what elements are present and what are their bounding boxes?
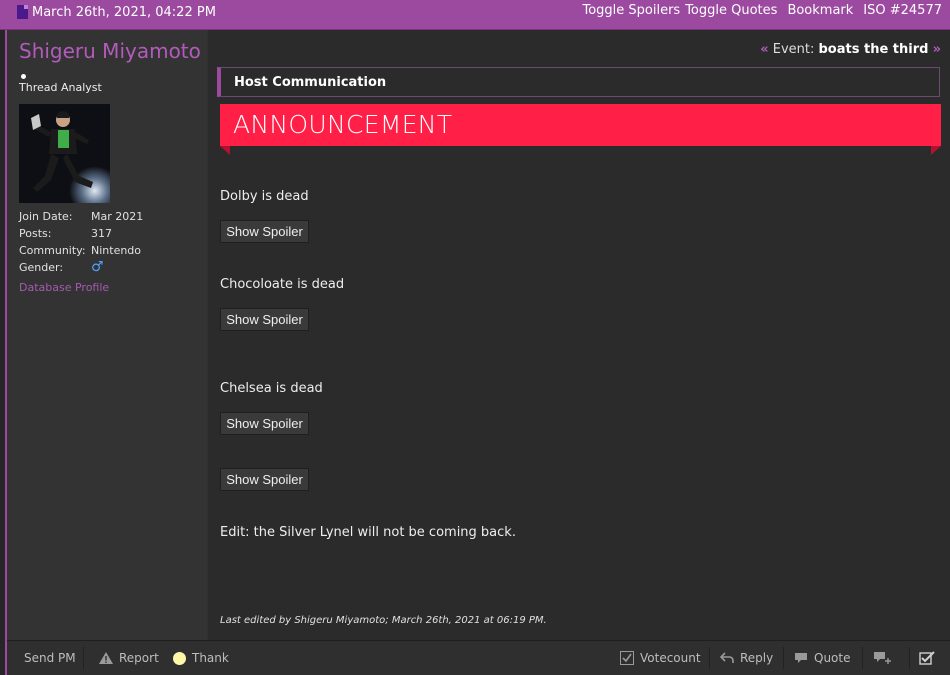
reply-button[interactable]: Reply	[720, 651, 773, 665]
join-date-row: Join Date: Mar 2021	[19, 210, 143, 227]
send-pm-button[interactable]: Send PM	[24, 651, 76, 665]
post-line: Chocoloate is dead	[220, 277, 345, 292]
thank-icon	[173, 651, 186, 665]
posts-row: Posts: 317	[19, 227, 143, 244]
gender-row: Gender: ♂	[19, 259, 143, 278]
select-post-button[interactable]	[919, 651, 935, 665]
warning-icon	[99, 652, 113, 664]
thank-button[interactable]: Thank	[173, 651, 229, 665]
post-content: « Event: boats the third » Host Communic…	[208, 30, 950, 640]
send-pm-label: Send PM	[24, 651, 76, 665]
banner-fold-right	[931, 146, 941, 155]
chevron-right-icon[interactable]: »	[933, 42, 941, 57]
host-communication-label: Host Communication	[234, 75, 387, 90]
online-status-icon	[21, 74, 26, 79]
post-date: March 26th, 2021, 04:22 PM	[32, 5, 216, 20]
gender-label: Gender:	[19, 261, 64, 274]
banner-fold-left	[220, 146, 230, 155]
document-icon	[17, 5, 28, 19]
quote-icon	[795, 653, 807, 663]
user-title: Thread Analyst	[19, 81, 102, 94]
last-edited-note: Last edited by Shigeru Miyamoto; March 2…	[220, 615, 547, 626]
male-icon: ♂	[91, 259, 104, 275]
posts-label: Posts:	[19, 227, 52, 240]
user-info: Join Date: Mar 2021 Posts: 317 Community…	[19, 210, 143, 278]
post-header-links: Toggle Spoilers Toggle Quotes Bookmark I…	[582, 3, 942, 18]
post-header-bar: March 26th, 2021, 04:22 PM Toggle Spoile…	[0, 0, 950, 30]
divider	[83, 647, 84, 669]
divider	[709, 647, 710, 669]
divider	[862, 647, 863, 669]
avatar[interactable]	[19, 104, 110, 203]
report-button[interactable]: Report	[99, 651, 159, 665]
quote-button[interactable]: Quote	[794, 651, 850, 665]
quote-label: Quote	[814, 651, 851, 665]
show-spoiler-button[interactable]: Show Spoiler	[220, 308, 309, 331]
posts-value: 317	[91, 227, 112, 240]
checkbox-icon	[919, 651, 935, 665]
thank-label: Thank	[192, 651, 229, 665]
toggle-spoilers-link[interactable]: Toggle Spoilers	[582, 3, 680, 18]
user-sidebar: Shigeru Miyamoto Thread Analyst Join Dat…	[7, 30, 207, 640]
community-row: Community: Nintendo	[19, 244, 143, 261]
votecount-icon	[620, 651, 634, 665]
bookmark-link[interactable]: Bookmark	[787, 3, 853, 18]
event-nav: « Event: boats the third »	[760, 42, 941, 57]
join-date-label: Join Date:	[19, 210, 73, 223]
report-label: Report	[119, 651, 159, 665]
divider	[783, 647, 784, 669]
chevron-left-icon[interactable]: «	[760, 42, 768, 57]
show-spoiler-button[interactable]: Show Spoiler	[220, 220, 309, 243]
database-profile-link[interactable]: Database Profile	[19, 281, 109, 294]
multi-quote-button[interactable]	[873, 651, 893, 665]
votecount-label: Votecount	[640, 651, 701, 665]
show-spoiler-button[interactable]: Show Spoiler	[220, 468, 309, 491]
multi-quote-icon	[874, 652, 891, 664]
post-line: Chelsea is dead	[220, 381, 323, 396]
reply-icon	[720, 652, 734, 663]
announcement-title: ANNOUNCEMENT	[233, 110, 453, 139]
show-spoiler-button[interactable]: Show Spoiler	[220, 412, 309, 435]
votecount-button[interactable]: Votecount	[620, 651, 701, 665]
event-label: Event:	[772, 42, 815, 57]
divider	[909, 647, 910, 669]
community-label: Community:	[19, 244, 86, 257]
post-line: Dolby is dead	[220, 189, 309, 204]
event-name[interactable]: boats the third	[819, 42, 929, 57]
avatar-image	[19, 104, 110, 203]
iso-link[interactable]: ISO #24577	[863, 3, 942, 18]
announcement-banner: ANNOUNCEMENT	[220, 104, 941, 146]
join-date-value: Mar 2021	[91, 210, 144, 223]
reply-label: Reply	[740, 651, 774, 665]
host-communication-box: Host Communication	[217, 67, 940, 97]
post-line: Edit: the Silver Lynel will not be comin…	[220, 525, 516, 540]
username[interactable]: Shigeru Miyamoto	[19, 39, 201, 63]
post-actions-bar: Send PM Report Thank Votecount Reply Quo…	[7, 640, 950, 675]
toggle-quotes-link[interactable]: Toggle Quotes	[685, 3, 777, 18]
